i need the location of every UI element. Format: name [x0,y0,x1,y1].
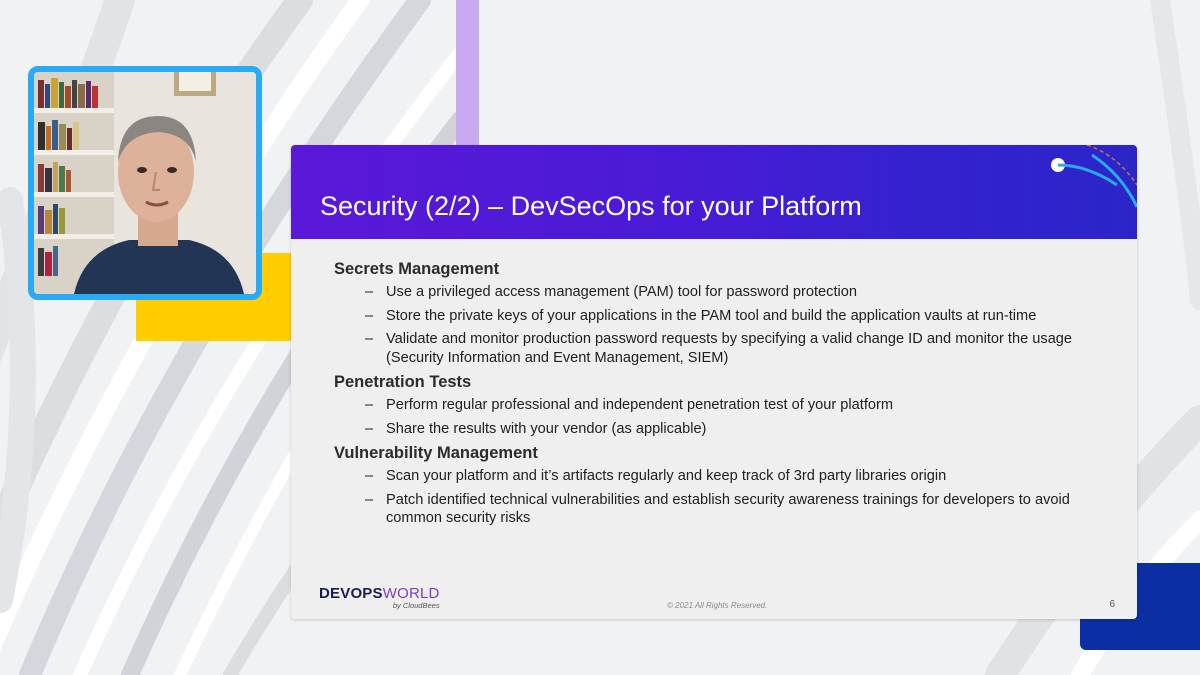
bullet-dash: – [365,307,374,324]
section-vulnerability-management: Vulnerability Management – Scan your plat… [334,443,1104,528]
presentation-slide: Security (2/2) – DevSecOps for your Plat… [291,145,1137,619]
bullet-text: Use a privileged access management (PAM)… [386,284,857,300]
bullet-dash: – [365,284,374,300]
bullet-item: – Use a privileged access management (PAM… [334,283,1104,302]
section-heading: Secrets Management [334,260,500,278]
bullet-list: – Use a privileged access management (PAM… [334,283,1104,367]
logo-subtitle: by CloudBees [392,601,440,610]
bullet-text: Store the private keys of your applicati… [386,307,1037,324]
devopsworld-logo: DEVOPSWORLD by CloudBees [319,586,440,611]
bullet-dash: – [365,491,374,508]
slide-title: Security (2/2) – DevSecOps for your Plat… [320,191,862,221]
section-penetration-tests: Penetration Tests – Perform regular profe… [334,372,1104,438]
bullet-dash: – [365,468,374,484]
bullet-text: Perform regular professional and indepen… [386,397,894,413]
bullet-text: Validate and monitor production password… [386,331,1073,366]
bullet-dash: – [365,331,374,347]
logo-wordmark: DEVOPSWORLD [319,586,440,602]
bullet-text: Patch identified technical vulnerabiliti… [386,491,1070,527]
slide-page-number: 6 [1109,599,1115,610]
bullet-list: – Scan your platform and it’s artifacts r… [334,467,1104,528]
bullet-item: – Store the private keys of your applicat… [334,307,1104,326]
copyright-notice: © 2021 All Rights Reserved. [667,601,768,610]
presenter-video-image [34,72,256,294]
logo-thin-part: WORLD [382,585,440,602]
bullet-list: – Perform regular professional and indepe… [334,396,1104,438]
bullet-item: – Scan your platform and it’s artifacts r… [334,467,1104,486]
bullet-item: – Patch identified technical vulnerabilit… [334,491,1104,528]
bullet-dash: – [365,420,374,437]
bullet-dash: – [365,397,374,413]
presenter-webcam [28,66,262,300]
bullet-text: Scan your platform and it’s artifacts re… [386,468,947,484]
bullet-text: Share the results with your vendor (as a… [386,420,707,437]
header-decoration [1051,145,1137,208]
purple-accent-stripe [456,0,479,148]
bullet-item: – Validate and monitor production passwor… [334,330,1104,367]
bullet-item: – Perform regular professional and indepe… [334,396,1104,415]
slide-header-bar: Security (2/2) – DevSecOps for your Plat… [291,145,1137,239]
section-heading: Vulnerability Management [334,444,538,462]
logo-bold-part: DEVOPS [319,585,383,602]
section-heading: Penetration Tests [334,373,472,391]
bullet-item: – Share the results with your vendor (as … [334,420,1104,439]
slide-body: Secrets Management – Use a privileged acc… [334,259,1104,533]
section-secrets-management: Secrets Management – Use a privileged acc… [334,259,1104,367]
